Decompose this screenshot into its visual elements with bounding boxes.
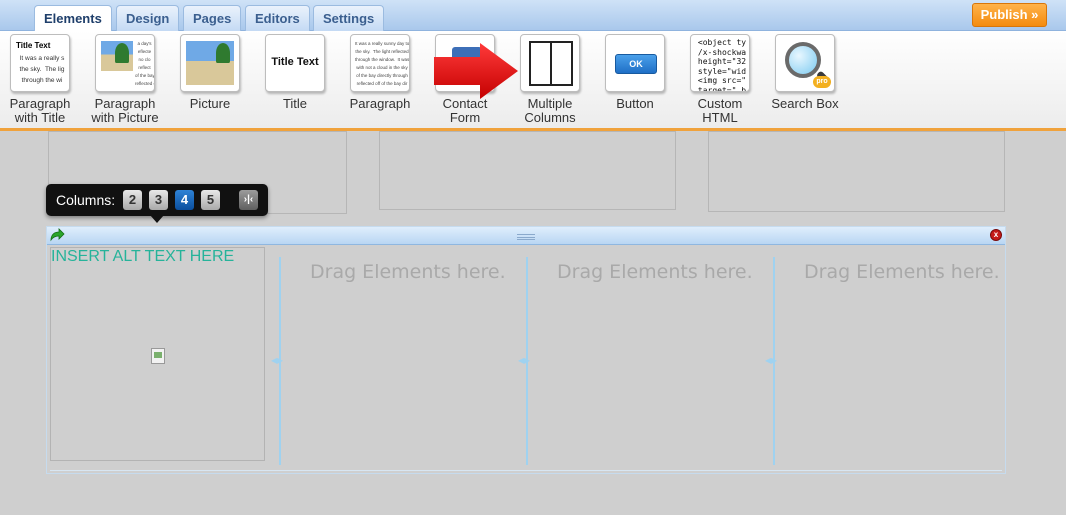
thumb-code: <object ty /x-shockwa height="32 style="… bbox=[697, 38, 747, 92]
resize-arrows-icon[interactable]: ◂▸ bbox=[271, 353, 283, 367]
thumb-text: It was a really s the sky. The lig throu… bbox=[19, 55, 65, 84]
row-bottom-border bbox=[50, 470, 1002, 471]
element-label: Paragraph bbox=[349, 96, 411, 111]
element-label: Paragraph with Title bbox=[9, 96, 71, 125]
tab-pages[interactable]: Pages bbox=[183, 5, 242, 31]
tab-design[interactable]: Design bbox=[116, 5, 180, 31]
multi-column-row: x INSERT ALT TEXT HERE ◂▸ ◂▸ ◂▸ Drag Ele… bbox=[46, 226, 1006, 474]
element-paragraph[interactable]: It was a really sunny day to the sky. Th… bbox=[332, 34, 428, 111]
red-arrow-icon bbox=[434, 43, 518, 99]
title-icon: Title Text bbox=[265, 34, 325, 92]
thumb-title: Title Text bbox=[16, 41, 51, 50]
element-button[interactable]: OK Button bbox=[587, 34, 683, 111]
picture-icon bbox=[180, 34, 240, 92]
element-label: Multiple Columns bbox=[524, 96, 576, 125]
top-tab-bar: Elements Design Pages Editors Settings P… bbox=[0, 0, 1066, 32]
thumb-ok: OK bbox=[615, 54, 657, 74]
tab-settings[interactable]: Settings bbox=[313, 5, 385, 31]
drop-zone-column-4[interactable]: Drag Elements here. bbox=[804, 261, 1000, 283]
tab-elements[interactable]: Elements bbox=[34, 5, 112, 32]
previous-column-box bbox=[379, 131, 676, 210]
element-label: Picture bbox=[189, 96, 231, 111]
element-label: Contact Form bbox=[442, 96, 488, 125]
columns-label: Columns: bbox=[56, 192, 116, 208]
paragraph-icon: It was a really sunny day to the sky. Th… bbox=[350, 34, 410, 92]
split-columns-icon[interactable]: ›|‹ bbox=[239, 190, 258, 210]
element-search-box[interactable]: pro Search Box bbox=[757, 34, 853, 111]
move-arrow-icon[interactable] bbox=[49, 228, 65, 242]
thumb-text-side: a day's eflecte no clo reflect of the ba… bbox=[135, 41, 154, 86]
element-label: Paragraph with Picture bbox=[91, 96, 159, 125]
previous-column-box bbox=[708, 131, 1005, 212]
thumb-title: Title Text bbox=[271, 56, 319, 68]
element-paragraph-with-title[interactable]: Title Text It was a really s the sky. Th… bbox=[0, 34, 88, 125]
element-label: Search Box bbox=[771, 96, 839, 111]
pro-badge: pro bbox=[813, 76, 831, 88]
tab-editors[interactable]: Editors bbox=[245, 5, 310, 31]
publish-button[interactable]: Publish » bbox=[972, 3, 1047, 27]
drag-handle-icon[interactable] bbox=[517, 234, 535, 240]
resize-arrows-icon[interactable]: ◂▸ bbox=[765, 353, 777, 367]
search-box-icon: pro bbox=[775, 34, 835, 92]
button-icon: OK bbox=[605, 34, 665, 92]
element-paragraph-with-picture[interactable]: a day's eflecte no clo reflect of the ba… bbox=[77, 34, 173, 125]
columns-option-2[interactable]: 2 bbox=[123, 190, 142, 210]
paragraph-with-title-icon: Title Text It was a really s the sky. Th… bbox=[10, 34, 70, 92]
columns-option-5[interactable]: 5 bbox=[201, 190, 220, 210]
columns-popup: Columns: 2 3 4 5 ›|‹ bbox=[46, 184, 268, 223]
resize-arrows-icon[interactable]: ◂▸ bbox=[518, 353, 530, 367]
element-label: Custom HTML bbox=[697, 96, 743, 125]
element-label: Title bbox=[282, 96, 308, 111]
element-picture[interactable]: Picture bbox=[162, 34, 258, 111]
drop-zone-column-2[interactable]: Drag Elements here. bbox=[310, 261, 506, 283]
element-title[interactable]: Title Text Title bbox=[247, 34, 343, 111]
broken-image-icon bbox=[151, 348, 165, 364]
element-label: Button bbox=[616, 96, 654, 111]
multiple-columns-icon bbox=[520, 34, 580, 92]
columns-option-4[interactable]: 4 bbox=[175, 190, 194, 210]
paragraph-with-picture-icon: a day's eflecte no clo reflect of the ba… bbox=[95, 34, 155, 92]
drop-zone-column-3[interactable]: Drag Elements here. bbox=[557, 261, 753, 283]
thumb-text: It was a really sunny day to the sky. Th… bbox=[355, 41, 409, 86]
row-toolbar: x bbox=[47, 227, 1005, 245]
close-icon[interactable]: x bbox=[990, 229, 1002, 241]
element-custom-html[interactable]: <object ty /x-shockwa height="32 style="… bbox=[672, 34, 768, 125]
elements-toolbar: Title Text It was a really s the sky. Th… bbox=[0, 31, 1066, 131]
custom-html-icon: <object ty /x-shockwa height="32 style="… bbox=[690, 34, 750, 92]
image-column[interactable]: INSERT ALT TEXT HERE bbox=[50, 247, 265, 461]
columns-option-3[interactable]: 3 bbox=[149, 190, 168, 210]
alt-text-placeholder: INSERT ALT TEXT HERE bbox=[51, 248, 235, 265]
